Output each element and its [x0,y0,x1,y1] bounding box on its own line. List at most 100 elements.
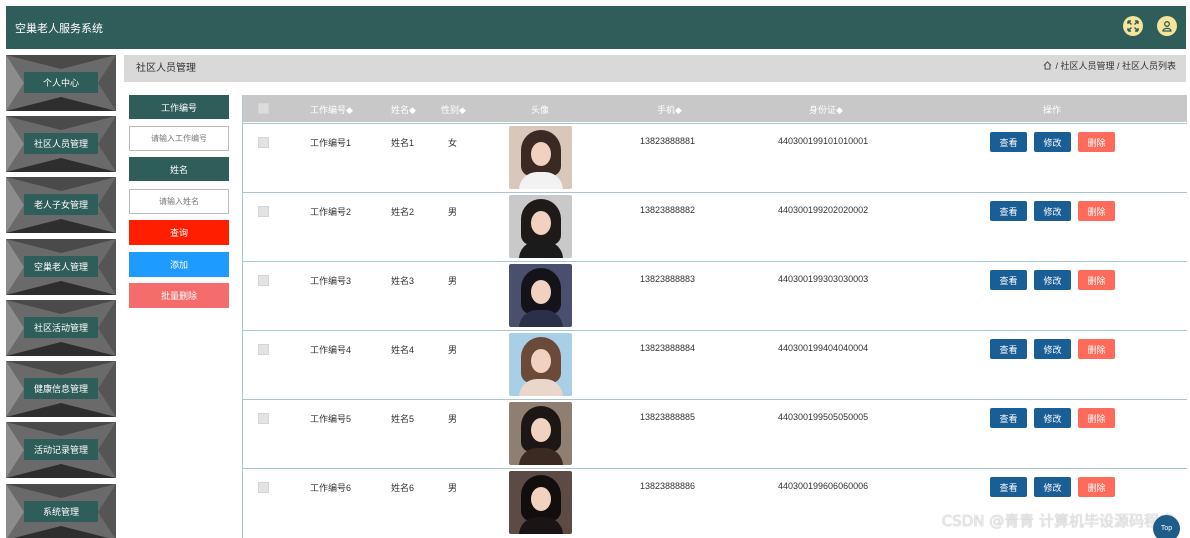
sidebar-item-activities[interactable]: 社区活动管理 [6,300,116,356]
sidebar-item-personal-center[interactable]: 个人中心 [6,55,116,111]
view-button[interactable]: 查看 [990,408,1027,428]
row-checkbox[interactable] [258,137,269,148]
edit-button[interactable]: 修改 [1034,201,1071,221]
cell-worker-no: 工作编号1 [310,138,352,148]
table-row: 工作编号4 姓名4 男 13823888884 4403001994040400… [243,330,1187,399]
row-checkbox[interactable] [258,275,269,286]
staff-table: 工作编号◆ 姓名◆ 性别◆ 头像 手机◆ 身份证◆ 操作 工作编号1 姓名1 女… [242,95,1187,538]
cell-phone: 13823888882 [640,205,696,215]
delete-button[interactable]: 删除 [1078,408,1115,428]
cell-gender: 男 [448,345,458,355]
header-avatar: 头像 [531,105,550,115]
sidebar-item-label: 活动记录管理 [24,439,98,460]
table-row: 工作编号5 姓名5 男 13823888885 4403001995050500… [243,399,1187,468]
top-bar: 空巢老人服务系统 [6,6,1186,49]
row-checkbox[interactable] [258,344,269,355]
header-name[interactable]: 姓名◆ [391,103,416,116]
sidebar-item-label: 系统管理 [24,501,98,522]
view-button[interactable]: 查看 [990,339,1027,359]
cell-worker-no: 工作编号5 [310,414,352,424]
avatar [509,333,572,396]
name-input[interactable] [129,189,229,214]
cell-gender: 男 [448,483,458,493]
cell-gender: 男 [448,276,458,286]
sidebar-item-health-info[interactable]: 健康信息管理 [6,361,116,417]
delete-button[interactable]: 删除 [1078,339,1115,359]
sidebar-item-label: 社区人员管理 [24,133,98,154]
edit-button[interactable]: 修改 [1034,270,1071,290]
breadcrumb-text[interactable]: / 社区人员管理 / 社区人员列表 [1055,59,1176,72]
avatar [509,402,572,465]
cell-name: 姓名3 [391,276,415,286]
back-to-top-button[interactable]: Top [1153,515,1180,538]
sidebar-item-label: 空巢老人管理 [24,256,98,277]
header-phone[interactable]: 手机◆ [657,103,682,116]
delete-button[interactable]: 删除 [1078,132,1115,152]
row-checkbox[interactable] [258,206,269,217]
view-button[interactable]: 查看 [990,477,1027,497]
cell-worker-no: 工作编号3 [310,276,352,286]
home-icon[interactable] [1043,61,1052,70]
cell-id-card: 440300199606060006 [778,481,869,491]
query-button[interactable]: 查询 [129,220,229,245]
view-button[interactable]: 查看 [990,201,1027,221]
avatar [509,195,572,258]
sidebar-item-system[interactable]: 系统管理 [6,484,116,538]
row-checkbox[interactable] [258,413,269,424]
view-button[interactable]: 查看 [990,132,1027,152]
table-row: 工作编号3 姓名3 男 13823888883 4403001993030300… [243,261,1187,330]
page-title: 社区人员管理 [136,63,196,74]
delete-button[interactable]: 删除 [1078,201,1115,221]
header-id-card[interactable]: 身份证◆ [809,103,843,116]
delete-button[interactable]: 删除 [1078,477,1115,497]
select-all-checkbox[interactable] [258,103,269,114]
edit-button[interactable]: 修改 [1034,408,1071,428]
sidebar: 个人中心 社区人员管理 老人子女管理 空巢老人管理 社区活动管理 健康信息管理 … [6,55,116,538]
avatar [509,264,572,327]
cell-phone: 13823888885 [640,412,696,422]
table-row: 工作编号2 姓名2 男 13823888882 4403001992020200… [243,192,1187,261]
row-checkbox[interactable] [258,482,269,493]
cell-worker-no: 工作编号6 [310,483,352,493]
cell-phone: 13823888883 [640,274,696,284]
sidebar-item-community-staff[interactable]: 社区人员管理 [6,116,116,172]
cell-gender: 男 [448,207,458,217]
cell-worker-no: 工作编号4 [310,345,352,355]
sidebar-item-activity-records[interactable]: 活动记录管理 [6,422,116,478]
table-header: 工作编号◆ 姓名◆ 性别◆ 头像 手机◆ 身份证◆ 操作 [243,95,1187,122]
edit-button[interactable]: 修改 [1034,339,1071,359]
name-label: 姓名 [129,157,229,181]
edit-button[interactable]: 修改 [1034,132,1071,152]
user-icon[interactable] [1157,16,1177,36]
cell-id-card: 440300199202020002 [778,205,869,215]
view-button[interactable]: 查看 [990,270,1027,290]
header-worker-no[interactable]: 工作编号◆ [310,103,353,116]
cell-phone: 13823888884 [640,343,696,353]
sidebar-item-label: 社区活动管理 [24,317,98,338]
cell-id-card: 440300199505050005 [778,412,869,422]
cell-phone: 13823888886 [640,481,696,491]
content-header: 社区人员管理 / 社区人员管理 / 社区人员列表 [124,55,1186,82]
batch-delete-button[interactable]: 批量删除 [129,283,229,308]
cell-name: 姓名1 [391,138,415,148]
fullscreen-icon[interactable] [1123,16,1143,36]
worker-no-label: 工作编号 [129,95,229,119]
worker-no-input[interactable] [129,126,229,151]
cell-id-card: 440300199404040004 [778,343,869,353]
cell-name: 姓名2 [391,207,415,217]
cell-id-card: 440300199101010001 [778,136,869,146]
cell-id-card: 440300199303030003 [778,274,869,284]
sidebar-item-label: 健康信息管理 [24,378,98,399]
sidebar-item-elderly[interactable]: 空巢老人管理 [6,239,116,295]
sidebar-item-children[interactable]: 老人子女管理 [6,177,116,233]
table-row: 工作编号1 姓名1 女 13823888881 4403001991010100… [243,123,1187,192]
delete-button[interactable]: 删除 [1078,270,1115,290]
sidebar-item-label: 老人子女管理 [24,194,98,215]
cell-gender: 男 [448,414,458,424]
edit-button[interactable]: 修改 [1034,477,1071,497]
add-button[interactable]: 添加 [129,252,229,277]
cell-phone: 13823888881 [640,136,696,146]
header-actions: 操作 [1043,105,1062,115]
header-gender[interactable]: 性别◆ [441,103,466,116]
app-title: 空巢老人服务系统 [15,23,103,35]
